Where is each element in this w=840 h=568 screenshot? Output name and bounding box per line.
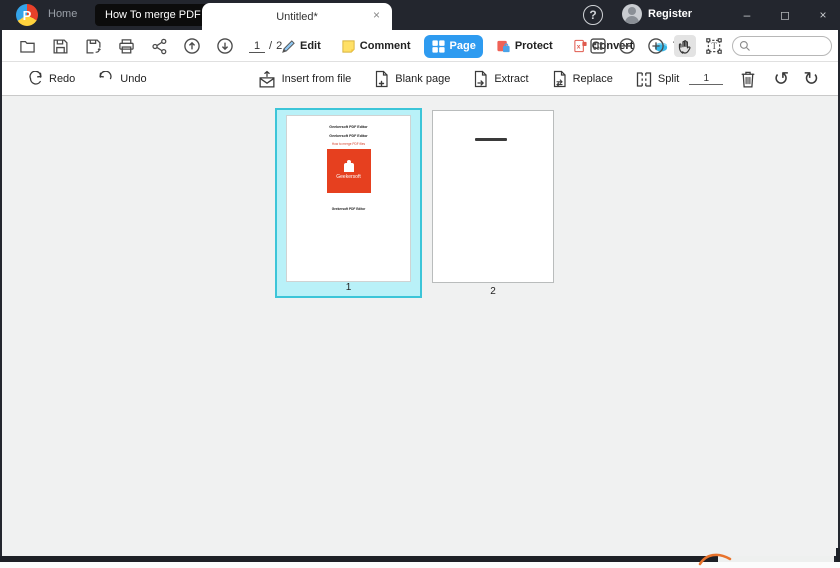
search-input[interactable] xyxy=(755,40,825,52)
hand-tool-button[interactable] xyxy=(674,35,696,57)
redo-icon xyxy=(29,71,42,85)
convert-doc-icon: x xyxy=(574,39,587,52)
tab-close-icon[interactable]: × xyxy=(373,8,380,22)
svg-text:T: T xyxy=(712,41,718,51)
extract-page-icon xyxy=(475,70,487,88)
page-separator: / xyxy=(269,40,273,52)
register-label: Register xyxy=(648,8,693,20)
minimize-button[interactable]: – xyxy=(740,8,754,22)
extract-button[interactable]: Extract xyxy=(472,70,529,88)
share-button[interactable] xyxy=(148,35,170,57)
view-tools-group: T xyxy=(587,30,832,62)
window-right-border xyxy=(836,548,840,562)
window-controls: – ◻ × xyxy=(740,0,830,30)
rotate-right-button[interactable]: ↻ xyxy=(803,70,819,89)
replace-page-icon xyxy=(553,70,566,88)
page-1-number: 1 xyxy=(345,282,352,293)
plus-circle-icon xyxy=(648,38,664,54)
app-window: P Home How To merge PDF files Untitled* … xyxy=(0,0,840,568)
zoom-in-button[interactable] xyxy=(645,35,667,57)
insert-file-icon xyxy=(259,70,275,88)
page1-title-line: Geekersoft PDF Editor xyxy=(329,124,368,129)
split-button[interactable]: Split xyxy=(635,71,679,88)
redo-button[interactable]: Redo xyxy=(26,71,75,87)
split-count-input[interactable] xyxy=(689,73,724,85)
undo-icon xyxy=(99,71,112,80)
home-tab[interactable]: Home xyxy=(48,8,77,20)
app-logo-icon[interactable]: P xyxy=(16,4,38,26)
page2-text-smudge xyxy=(475,138,507,141)
next-page-button[interactable] xyxy=(214,35,236,57)
page-grid-icon xyxy=(431,39,445,53)
split-icon xyxy=(636,71,652,87)
save-button[interactable] xyxy=(49,35,71,57)
logo-brand-text: Geekersoft xyxy=(336,173,361,180)
avatar-icon xyxy=(622,4,642,24)
delete-page-button[interactable] xyxy=(737,68,759,90)
svg-text:x: x xyxy=(576,43,580,50)
page1-footer-line: Geekersoft PDF Editor xyxy=(331,207,366,211)
fit-page-icon xyxy=(590,38,606,54)
page1-subtitle-line: Geekersoft PDF Editor xyxy=(329,133,368,138)
current-page-input[interactable] xyxy=(249,39,265,53)
replace-button[interactable]: Replace xyxy=(551,70,613,88)
save-icon xyxy=(52,38,68,54)
orange-swoosh-icon xyxy=(698,553,732,566)
folder-icon xyxy=(19,40,35,53)
maximize-button[interactable]: ◻ xyxy=(778,8,792,22)
page1-red-line: How to merge PDF files xyxy=(331,142,366,146)
page-thumbnails-area: Geekersoft PDF Editor Geekersoft PDF Edi… xyxy=(2,96,838,556)
page-thumbnail-2[interactable] xyxy=(432,110,554,283)
previous-page-button[interactable] xyxy=(181,35,203,57)
tab-page[interactable]: Page xyxy=(423,34,483,58)
page-2-number: 2 xyxy=(490,286,496,297)
fit-page-button[interactable] xyxy=(587,35,609,57)
share-icon xyxy=(151,38,166,54)
shield-lock-icon xyxy=(497,40,510,52)
titlebar: P Home How To merge PDF files Untitled* … xyxy=(0,0,840,30)
geekersoft-logo: Geekersoft xyxy=(326,149,371,193)
arrow-up-circle-icon xyxy=(184,38,200,54)
page-thumbnail-1[interactable]: Geekersoft PDF Editor Geekersoft PDF Edi… xyxy=(275,108,422,298)
note-icon xyxy=(342,39,355,53)
tab-edit[interactable]: Edit xyxy=(274,35,328,58)
main-toolbar: / 2 Edit Comment Page Protect x xyxy=(2,30,838,62)
select-text-button[interactable]: T xyxy=(703,35,725,57)
pencil-icon xyxy=(282,39,295,53)
print-icon xyxy=(118,38,134,54)
undo-button[interactable]: Undo xyxy=(97,71,147,87)
page-actions-toolbar: Redo Undo Insert from file Blank page Ex… xyxy=(2,62,838,96)
zoom-out-button[interactable] xyxy=(616,35,638,57)
tab-comment[interactable]: Comment xyxy=(334,35,418,58)
arrow-down-circle-icon xyxy=(217,38,233,54)
search-icon xyxy=(739,40,750,51)
hand-icon xyxy=(678,39,691,54)
trash-icon xyxy=(741,71,755,88)
minus-circle-icon xyxy=(619,38,635,54)
logo-glyph-icon xyxy=(343,159,354,172)
print-button[interactable] xyxy=(115,35,137,57)
blank-page-icon xyxy=(376,70,388,88)
open-file-button[interactable] xyxy=(16,35,38,57)
search-box[interactable] xyxy=(732,36,832,56)
insert-from-file-button[interactable]: Insert from file xyxy=(257,70,351,89)
rotate-left-button[interactable]: ↺ xyxy=(773,70,789,89)
close-button[interactable]: × xyxy=(816,8,830,22)
document-tab-title: Untitled* xyxy=(276,10,318,23)
save-as-button[interactable] xyxy=(82,35,104,57)
blank-page-button[interactable]: Blank page xyxy=(373,70,450,88)
register-button[interactable]: Register xyxy=(622,4,692,24)
tab-protect[interactable]: Protect xyxy=(489,35,560,58)
help-button[interactable]: ? xyxy=(583,5,603,25)
save-as-icon xyxy=(85,38,101,54)
page-1-preview: Geekersoft PDF Editor Geekersoft PDF Edi… xyxy=(286,115,411,282)
document-tab[interactable]: Untitled* × xyxy=(202,3,392,30)
select-text-icon: T xyxy=(706,38,722,54)
file-tools-group: / 2 xyxy=(16,30,282,62)
